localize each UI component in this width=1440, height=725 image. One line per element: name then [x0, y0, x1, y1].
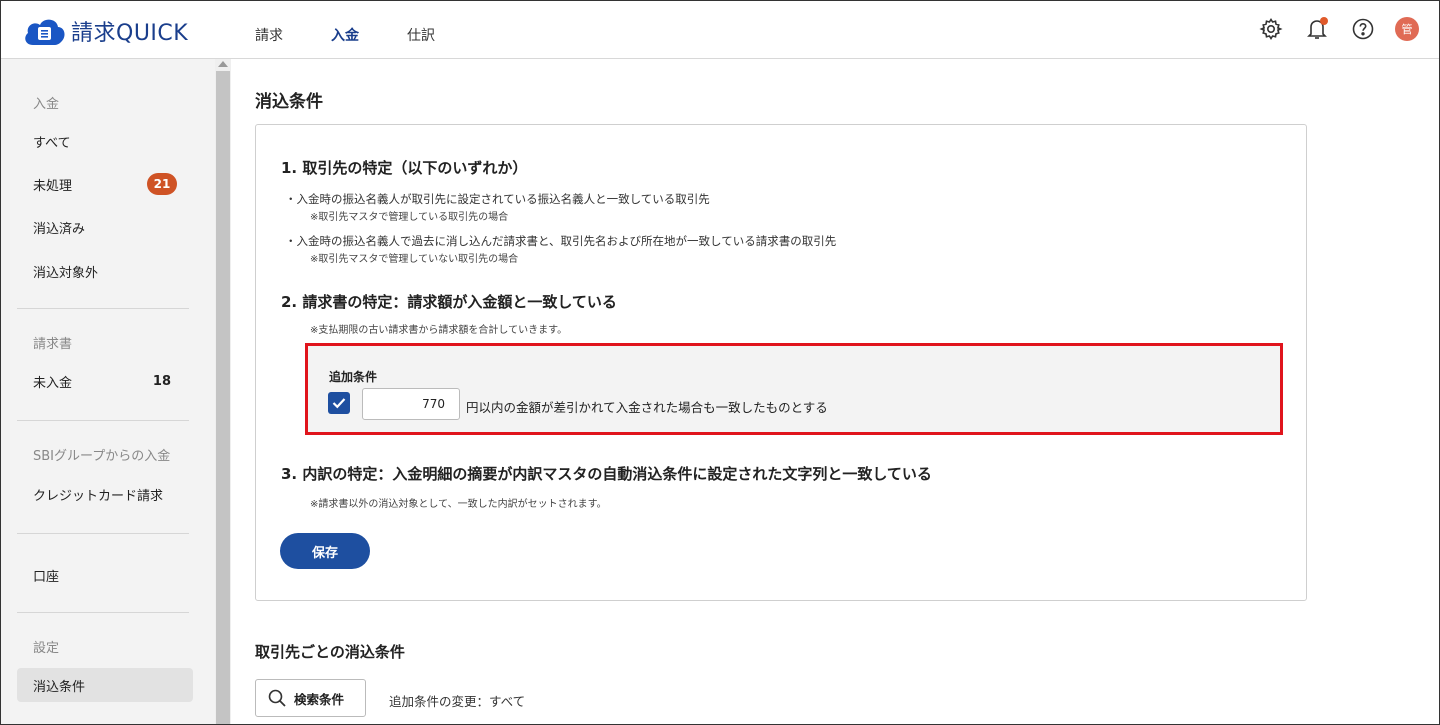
condition-3-heading: 3. 内訳の特定：入金明細の摘要が内訳マスタの自動消込条件に設定された文字列と一…	[281, 465, 932, 483]
condition-3-note: ※請求書以外の消込対象として、一致した内訳がセットされます。	[310, 499, 607, 510]
sidebar-item-label: 消込対象外	[33, 265, 99, 281]
search-icon	[268, 689, 286, 707]
sidebar-item-label: 未処理	[33, 178, 73, 194]
condition-2-note: ※支払期限の古い請求書から請求額を合計していきます。	[310, 325, 568, 336]
condition-1-note-1: ※取引先マスタで管理している取引先の場合	[310, 212, 509, 223]
sidebar-item-all[interactable]: すべて	[17, 124, 193, 158]
nav-tab-payment[interactable]: 入金	[331, 25, 359, 59]
sidebar-divider	[17, 533, 189, 534]
sidebar-item-credit-card[interactable]: クレジットカード請求	[17, 477, 193, 511]
app-logo[interactable]: 請求QUICK	[21, 15, 188, 47]
tolerance-amount-input[interactable]: 770	[362, 388, 460, 420]
sidebar-item-reconciled[interactable]: 消込済み	[17, 210, 193, 244]
unpaid-count: 18	[152, 373, 171, 389]
search-conditions-button[interactable]: 検索条件	[255, 679, 366, 717]
additional-condition-text: 円以内の金額が差引かれて入金された場合も一致したものとする	[466, 400, 828, 415]
notification-dot	[1320, 17, 1328, 25]
search-conditions-label: 検索条件	[294, 691, 345, 707]
sidebar-item-label: 口座	[33, 569, 60, 585]
nav-tab-billing[interactable]: 請求	[255, 25, 283, 59]
sidebar-divider	[17, 420, 189, 421]
additional-condition-label: 追加条件	[329, 370, 378, 384]
main-content: 消込条件 1. 取引先の特定（以下のいずれか） ・入金時の振込名義人が取引先に設…	[231, 59, 1439, 724]
sidebar-item-unprocessed[interactable]: 未処理 21	[17, 167, 193, 201]
logo-cloud-icon	[25, 19, 65, 45]
save-button[interactable]: 保存	[280, 533, 370, 569]
sidebar-item-label: クレジットカード請求	[33, 488, 164, 504]
scroll-thumb[interactable]	[216, 71, 230, 724]
unprocessed-count-badge: 21	[147, 173, 177, 195]
page-title: 消込条件	[255, 92, 323, 112]
app-window: 請求QUICK 請求 入金 仕訳 管 入金 すべて 未処理 21 消込済み 消込…	[0, 0, 1440, 725]
bell-icon[interactable]	[1303, 15, 1331, 43]
main-nav: 請求 入金 仕訳	[255, 25, 435, 59]
logo-text: 請求QUICK	[71, 21, 189, 46]
additional-condition-box: 追加条件 770 円以内の金額が差引かれて入金された場合も一致したものとする	[305, 343, 1283, 435]
condition-1-heading: 1. 取引先の特定（以下のいずれか）	[281, 159, 528, 177]
filter-status-text: 追加条件の変更：すべて	[389, 694, 526, 709]
sidebar-section-invoice: 請求書	[33, 337, 73, 352]
sidebar-section-sbi: SBIグループからの入金	[33, 449, 171, 464]
sidebar-divider	[17, 308, 189, 309]
sidebar-item-excluded[interactable]: 消込対象外	[17, 254, 193, 288]
additional-condition-checkbox[interactable]	[328, 392, 350, 414]
sidebar: 入金 すべて 未処理 21 消込済み 消込対象外 請求書 未入金 18 SBIグ…	[1, 59, 215, 724]
check-icon	[332, 398, 346, 409]
sidebar-item-unpaid[interactable]: 未入金 18	[17, 364, 193, 398]
sidebar-item-label: 消込条件	[33, 679, 86, 695]
sidebar-section-payment: 入金	[33, 97, 60, 112]
condition-2-heading: 2. 請求書の特定：請求額が入金額と一致している	[281, 293, 617, 311]
help-icon[interactable]	[1349, 15, 1377, 43]
sidebar-item-account[interactable]: 口座	[17, 558, 193, 592]
condition-1-desc-1: ・入金時の振込名義人が取引先に設定されている振込名義人と一致している取引先	[285, 192, 710, 206]
sidebar-item-label: 未入金	[33, 375, 73, 391]
per-client-conditions-title: 取引先ごとの消込条件	[255, 643, 405, 661]
header-icons: 管	[1257, 15, 1419, 43]
condition-1-note-2: ※取引先マスタで管理していない取引先の場合	[310, 254, 519, 265]
conditions-card: 1. 取引先の特定（以下のいずれか） ・入金時の振込名義人が取引先に設定されてい…	[255, 124, 1307, 601]
condition-1-desc-2: ・入金時の振込名義人で過去に消し込んだ請求書と、取引先名および所在地が一致してい…	[285, 234, 837, 248]
gear-icon[interactable]	[1257, 15, 1285, 43]
sidebar-item-label: 消込済み	[33, 221, 86, 237]
scroll-up-icon[interactable]	[218, 61, 228, 67]
top-header: 請求QUICK 請求 入金 仕訳 管	[1, 1, 1439, 59]
avatar[interactable]: 管	[1395, 17, 1419, 41]
sidebar-divider	[17, 612, 189, 613]
sidebar-scrollbar[interactable]	[215, 59, 231, 724]
nav-tab-journal[interactable]: 仕訳	[407, 25, 435, 59]
sidebar-section-settings: 設定	[33, 641, 60, 656]
sidebar-item-label: すべて	[33, 135, 71, 151]
sidebar-item-conditions[interactable]: 消込条件	[17, 668, 193, 702]
